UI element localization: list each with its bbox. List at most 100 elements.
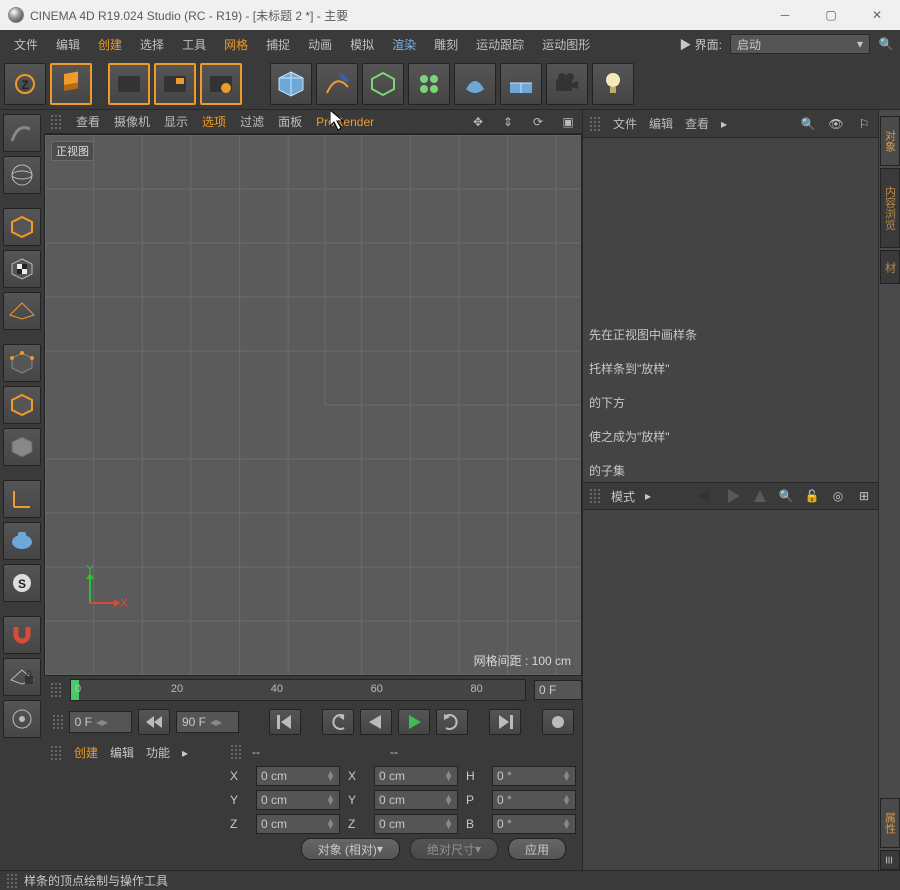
timeline-ruler[interactable]: 0 20 40 60 80 bbox=[70, 679, 526, 701]
size-x-field[interactable]: 0 cm▲▼ bbox=[374, 766, 458, 786]
apply-button[interactable]: 应用 bbox=[508, 838, 566, 860]
menu-sculpt[interactable]: 雕刻 bbox=[426, 32, 466, 57]
lt-axis[interactable] bbox=[3, 480, 41, 518]
nav-fwd-icon[interactable] bbox=[724, 489, 742, 503]
menu-simulate[interactable]: 模拟 bbox=[342, 32, 382, 57]
record-button[interactable] bbox=[542, 709, 574, 735]
vp-move-icon[interactable]: ✥ bbox=[470, 114, 486, 130]
menu-file[interactable]: 文件 bbox=[6, 32, 46, 57]
tab-materials[interactable]: 材 bbox=[880, 250, 900, 284]
vp-view[interactable]: 查看 bbox=[76, 113, 100, 130]
vp-prorender[interactable]: ProRender bbox=[316, 115, 374, 129]
coord-more-icon[interactable]: ▸ bbox=[182, 746, 188, 760]
prev-frame-button[interactable] bbox=[322, 709, 354, 735]
layout-select[interactable]: 启动▾ bbox=[730, 34, 870, 54]
tool-render-settings[interactable] bbox=[200, 63, 242, 105]
size-y-field[interactable]: 0 cm▲▼ bbox=[374, 790, 458, 810]
tab-attributes[interactable]: 属性 bbox=[880, 798, 900, 848]
vp-maximize-icon[interactable]: ▣ bbox=[560, 114, 576, 130]
size-z-field[interactable]: 0 cm▲▼ bbox=[374, 814, 458, 834]
vp-panel[interactable]: 面板 bbox=[278, 113, 302, 130]
goto-start-button[interactable] bbox=[269, 709, 301, 735]
lt-locked-workplane[interactable] bbox=[3, 658, 41, 696]
object-manager-area[interactable]: 先在正视图中画样条 托样条到"放样" 的下方 使之成为"放样" 的子集 bbox=[583, 138, 878, 482]
new-attr-icon[interactable]: ⊞ bbox=[856, 488, 872, 504]
pos-y-field[interactable]: 0 cm▲▼ bbox=[256, 790, 340, 810]
tab-collapse-icon[interactable]: ≡ bbox=[880, 850, 900, 870]
nav-back-icon[interactable] bbox=[696, 489, 714, 503]
play-back-button[interactable] bbox=[360, 709, 392, 735]
menu-mograph[interactable]: 运动图形 bbox=[534, 32, 598, 57]
tool-light[interactable] bbox=[592, 63, 634, 105]
grip-icon[interactable] bbox=[50, 114, 62, 130]
menu-edit[interactable]: 编辑 bbox=[48, 32, 88, 57]
tool-render-region[interactable] bbox=[154, 63, 196, 105]
vp-zoom-icon[interactable]: ⇕ bbox=[500, 114, 516, 130]
play-button[interactable] bbox=[398, 709, 430, 735]
lt-snap[interactable]: S bbox=[3, 564, 41, 602]
menu-tools[interactable]: 工具 bbox=[174, 32, 214, 57]
abs-size-select[interactable]: 绝对尺寸 ▾ bbox=[410, 838, 498, 860]
coord-edit[interactable]: 编辑 bbox=[110, 744, 134, 761]
search-icon[interactable]: 🔍 bbox=[800, 116, 816, 132]
lt-live-select[interactable] bbox=[3, 114, 41, 152]
pos-x-field[interactable]: 0 cm▲▼ bbox=[256, 766, 340, 786]
tool-subdivision[interactable] bbox=[362, 63, 404, 105]
viewport-front[interactable]: 正视图 Y X 网格间距 : 100 cm bbox=[44, 134, 582, 676]
eye-icon[interactable]: 👁 bbox=[828, 116, 844, 132]
menu-select[interactable]: 选择 bbox=[132, 32, 172, 57]
range-from[interactable]: 0 F◂▸ bbox=[69, 711, 132, 733]
lt-tweak[interactable] bbox=[3, 522, 41, 560]
menu-tracker[interactable]: 运动跟踪 bbox=[468, 32, 532, 57]
flag-icon[interactable]: ⚐ bbox=[856, 116, 872, 132]
vp-options[interactable]: 选项 bbox=[202, 113, 226, 130]
lt-object[interactable] bbox=[3, 208, 41, 246]
pos-z-field[interactable]: 0 cm▲▼ bbox=[256, 814, 340, 834]
tool-environment[interactable] bbox=[500, 63, 542, 105]
close-button[interactable]: ✕ bbox=[854, 0, 900, 30]
om-more-icon[interactable]: ▸ bbox=[721, 117, 727, 131]
vp-filter[interactable]: 过滤 bbox=[240, 113, 264, 130]
grip-icon[interactable] bbox=[589, 116, 601, 132]
lt-brush[interactable] bbox=[3, 700, 41, 738]
grip-icon[interactable] bbox=[50, 682, 62, 698]
vp-display[interactable]: 显示 bbox=[164, 113, 188, 130]
tool-spline-pen[interactable] bbox=[316, 63, 358, 105]
lt-edges[interactable] bbox=[3, 386, 41, 424]
menu-snap[interactable]: 捕捉 bbox=[258, 32, 298, 57]
grip-icon[interactable] bbox=[230, 744, 242, 760]
attr-more-icon[interactable]: ▸ bbox=[645, 489, 651, 503]
lt-workplane[interactable] bbox=[3, 292, 41, 330]
vp-rotate-icon[interactable]: ⟳ bbox=[530, 114, 546, 130]
grip-icon[interactable] bbox=[50, 745, 62, 761]
attribute-manager-area[interactable] bbox=[583, 510, 878, 870]
tool-array[interactable] bbox=[408, 63, 450, 105]
rot-p-field[interactable]: 0 °▲▼ bbox=[492, 790, 576, 810]
tab-content-browser[interactable]: 内容浏览 bbox=[880, 168, 900, 248]
maximize-button[interactable]: ▢ bbox=[808, 0, 854, 30]
target-icon[interactable]: ◎ bbox=[830, 488, 846, 504]
tool-add-cube[interactable] bbox=[270, 63, 312, 105]
attr-mode[interactable]: 模式 bbox=[611, 488, 635, 505]
tool-camera[interactable] bbox=[546, 63, 588, 105]
menu-render[interactable]: 渲染 bbox=[384, 32, 424, 57]
search-icon[interactable]: 🔍 bbox=[878, 36, 894, 52]
range-to[interactable]: 90 F◂▸ bbox=[176, 711, 239, 733]
coord-func[interactable]: 功能 bbox=[146, 744, 170, 761]
lt-texture[interactable] bbox=[3, 250, 41, 288]
minimize-button[interactable]: ─ bbox=[762, 0, 808, 30]
om-file[interactable]: 文件 bbox=[613, 115, 637, 132]
om-view[interactable]: 查看 bbox=[685, 115, 709, 132]
goto-end-button[interactable] bbox=[489, 709, 521, 735]
rot-h-field[interactable]: 0 °▲▼ bbox=[492, 766, 576, 786]
menu-create[interactable]: 创建 bbox=[90, 32, 130, 57]
lock-icon[interactable]: 🔓 bbox=[804, 488, 820, 504]
current-frame[interactable]: 0 F bbox=[534, 680, 582, 700]
vp-cameras[interactable]: 摄像机 bbox=[114, 113, 150, 130]
lt-points[interactable] bbox=[3, 344, 41, 382]
nav-up-icon[interactable] bbox=[752, 488, 768, 504]
tool-make-editable[interactable] bbox=[50, 63, 92, 105]
tool-deformer[interactable] bbox=[454, 63, 496, 105]
search-icon[interactable]: 🔍 bbox=[778, 488, 794, 504]
lt-magnet[interactable] bbox=[3, 616, 41, 654]
